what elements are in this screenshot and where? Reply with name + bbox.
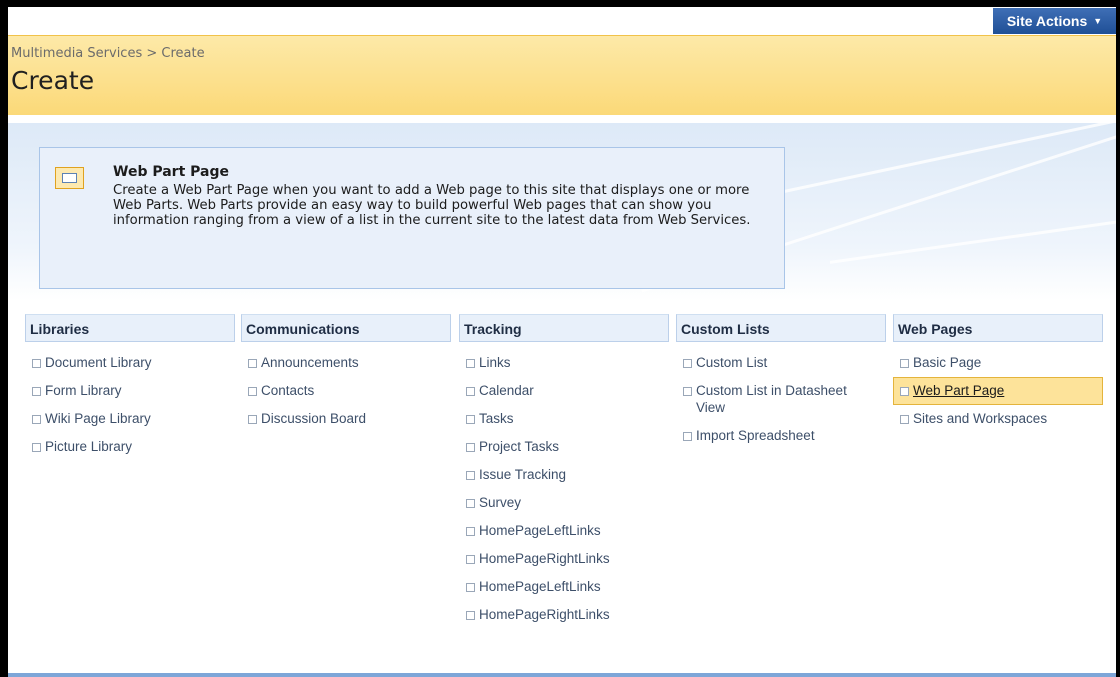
top-strip [8, 7, 1116, 35]
window-right-border [1116, 0, 1120, 677]
column-header: Custom Lists [676, 314, 886, 342]
breadcrumb-site-link[interactable]: Multimedia Services [11, 46, 142, 61]
create-item-link[interactable]: Tasks [459, 405, 669, 433]
site-actions-menu[interactable]: Site Actions ▼ [993, 8, 1116, 34]
bottom-border [8, 673, 1116, 677]
site-actions-label: Site Actions [1006, 13, 1088, 29]
column-header: Communications [241, 314, 451, 342]
column-communications: Communications Announcements Contacts Di… [241, 314, 451, 433]
create-item-link[interactable]: Announcements [241, 349, 451, 377]
create-item-link[interactable]: Project Tasks [459, 433, 669, 461]
title-area: Multimedia Services > Create Create [8, 35, 1116, 115]
chevron-down-icon: ▼ [1093, 16, 1103, 26]
column-header: Web Pages [893, 314, 1103, 342]
column-web-pages: Web Pages Basic Page Web Part Page Sites… [893, 314, 1103, 433]
page-frame: Site Actions ▼ Multimedia Services > Cre… [0, 0, 1120, 677]
column-tracking: Tracking Links Calendar Tasks Project Ta… [459, 314, 669, 629]
create-item-link[interactable]: Import Spreadsheet [676, 422, 886, 450]
create-item-link[interactable]: HomePageLeftLinks [459, 573, 669, 601]
create-item-link[interactable]: HomePageLeftLinks [459, 517, 669, 545]
create-item-link[interactable]: Discussion Board [241, 405, 451, 433]
main-content: Web Part Page Create a Web Part Page whe… [8, 120, 1116, 673]
create-item-link[interactable]: Picture Library [25, 433, 235, 461]
description-title: Web Part Page [113, 164, 229, 180]
create-item-link[interactable]: Contacts [241, 377, 451, 405]
description-box: Web Part Page Create a Web Part Page whe… [39, 147, 785, 289]
create-item-link[interactable]: Basic Page [893, 349, 1103, 377]
create-item-link[interactable]: Issue Tracking [459, 461, 669, 489]
create-item-link[interactable]: Survey [459, 489, 669, 517]
create-item-link[interactable]: Custom List [676, 349, 886, 377]
create-item-link[interactable]: Calendar [459, 377, 669, 405]
column-header: Libraries [25, 314, 235, 342]
create-item-link[interactable]: Sites and Workspaces [893, 405, 1103, 433]
create-item-link-selected[interactable]: Web Part Page [893, 377, 1103, 405]
create-item-link[interactable]: HomePageRightLinks [459, 545, 669, 573]
column-libraries: Libraries Document Library Form Library … [25, 314, 235, 461]
create-item-link[interactable]: HomePageRightLinks [459, 601, 669, 629]
create-item-link[interactable]: Custom List in Datasheet View [676, 377, 861, 422]
description-band: Web Part Page Create a Web Part Page whe… [8, 123, 1116, 301]
window-left-border [0, 0, 8, 677]
create-item-link[interactable]: Links [459, 349, 669, 377]
breadcrumb: Multimedia Services > Create [11, 46, 205, 61]
column-header: Tracking [459, 314, 669, 342]
create-item-link[interactable]: Form Library [25, 377, 235, 405]
description-text: Create a Web Part Page when you want to … [113, 183, 751, 228]
breadcrumb-separator: > [146, 46, 158, 61]
create-item-link[interactable]: Wiki Page Library [25, 405, 235, 433]
column-custom-lists: Custom Lists Custom List Custom List in … [676, 314, 886, 450]
page-title: Create [11, 66, 95, 95]
web-part-page-icon [55, 167, 84, 189]
create-item-link[interactable]: Document Library [25, 349, 235, 377]
breadcrumb-current: Create [161, 46, 205, 61]
window-top-border [0, 0, 1120, 7]
